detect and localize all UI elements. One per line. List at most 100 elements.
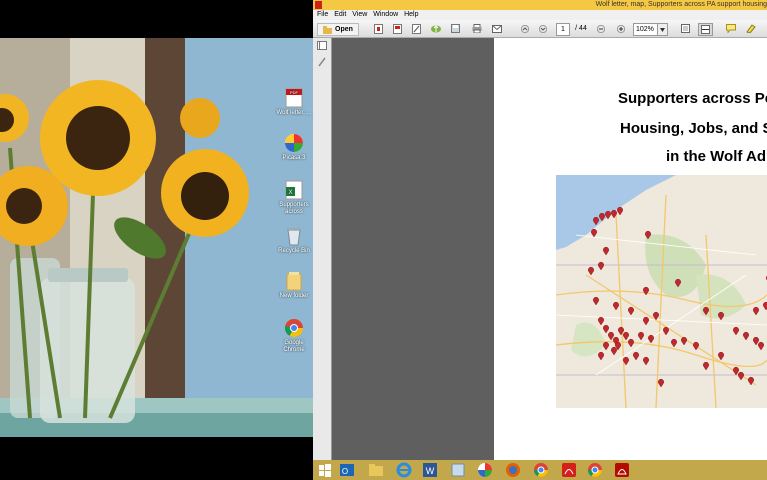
create-pdf-button[interactable] <box>373 23 384 34</box>
map-marker <box>763 301 767 311</box>
map-marker <box>593 216 599 226</box>
open-button[interactable]: Open <box>317 23 359 36</box>
pdf-reader-window: Wolf letter, map, Supporters across PA s… <box>313 0 767 460</box>
map-marker <box>611 209 617 219</box>
file-explorer-icon[interactable] <box>368 462 384 478</box>
map-marker <box>598 316 604 326</box>
map-marker <box>623 356 629 366</box>
next-page-button[interactable] <box>538 23 548 34</box>
desktop-wallpaper: PDF Wolf letter, ... Picasa 3 X Supporte… <box>0 38 313 437</box>
map-marker <box>593 296 599 306</box>
map-marker <box>608 331 614 341</box>
map-marker <box>617 206 623 216</box>
excel-file-icon: X <box>285 180 303 200</box>
menu-file[interactable]: File <box>317 11 328 18</box>
map-marker <box>611 346 617 356</box>
map-marker <box>758 341 764 351</box>
menu-window[interactable]: Window <box>373 11 398 18</box>
svg-text:O: O <box>342 467 348 476</box>
edit-button[interactable] <box>411 23 422 34</box>
desktop-icon-folder[interactable]: New folder <box>274 271 313 300</box>
zoom-out-button[interactable] <box>596 23 606 34</box>
pages-panel-icon[interactable] <box>317 41 327 50</box>
chrome-icon[interactable] <box>587 462 603 478</box>
map-marker <box>643 316 649 326</box>
chrome-icon[interactable] <box>533 462 549 478</box>
map-marker <box>733 326 739 336</box>
combine-button[interactable] <box>392 23 403 34</box>
firefox-icon[interactable] <box>505 462 521 478</box>
desktop-icon-picasa[interactable]: Picasa 3 <box>274 133 313 162</box>
map-marker <box>633 351 639 361</box>
map-marker <box>598 351 604 361</box>
upload-button[interactable] <box>430 23 441 34</box>
zoom-select[interactable]: 102% <box>633 23 659 36</box>
email-button[interactable] <box>491 23 502 34</box>
map-marker <box>648 334 654 344</box>
map-marker <box>605 210 611 220</box>
menu-view[interactable]: View <box>352 11 367 18</box>
acrobat-icon[interactable] <box>561 462 577 478</box>
windows-start-icon[interactable] <box>317 462 333 478</box>
navigation-pane <box>313 38 332 460</box>
comment-icon <box>725 24 736 33</box>
sunflower-wallpaper-image <box>0 38 313 437</box>
fit-page-icon <box>681 24 690 33</box>
desktop-icon-recycle-bin[interactable]: Recycle Bin <box>274 226 313 255</box>
map-marker <box>598 261 604 271</box>
map-marker <box>733 366 739 376</box>
picasa-icon[interactable] <box>477 462 493 478</box>
save-button[interactable] <box>450 23 461 34</box>
desktop-icon-label: New folder <box>279 293 309 299</box>
snipping-icon[interactable] <box>450 462 466 478</box>
previous-page-button[interactable] <box>520 23 530 34</box>
map-marker <box>693 341 699 351</box>
print-button[interactable] <box>471 23 482 34</box>
page-number-value: 1 <box>561 26 565 33</box>
map-marker <box>613 301 619 311</box>
desktop-icon-pdf[interactable]: PDF Wolf letter, ... <box>274 88 313 117</box>
page-count: / 44 <box>571 23 591 34</box>
map-marker <box>675 278 681 288</box>
map-marker <box>643 286 649 296</box>
map-marker <box>588 266 594 276</box>
map-marker <box>599 212 605 222</box>
screen-border-bottom <box>0 437 313 480</box>
highlight-button[interactable] <box>745 23 756 34</box>
zoom-dropdown-button[interactable] <box>657 23 668 36</box>
map-marker <box>645 230 651 240</box>
map-marker <box>663 326 669 336</box>
page-total-label: / 44 <box>575 25 587 32</box>
comment-button[interactable] <box>725 23 736 34</box>
menu-edit[interactable]: Edit <box>334 11 346 18</box>
map-marker <box>603 324 609 334</box>
map-marker <box>753 336 759 346</box>
open-label: Open <box>335 26 353 33</box>
desktop-icon-label: Recycle Bin <box>278 248 310 254</box>
map-marker <box>618 326 624 336</box>
adobe-reader-icon[interactable] <box>614 462 630 478</box>
fit-width-button[interactable] <box>698 23 713 36</box>
pdf-file-icon: PDF <box>285 88 303 108</box>
map-marker <box>623 331 629 341</box>
map-marker <box>718 351 724 361</box>
document-area[interactable]: Supporters across Penn Housing, Jobs, an… <box>332 38 767 460</box>
attachments-icon[interactable] <box>317 57 327 67</box>
desktop-icon-chrome[interactable]: Google Chrome <box>274 318 313 354</box>
map-marker <box>603 341 609 351</box>
fit-page-button[interactable] <box>680 23 691 34</box>
zoom-in-button[interactable] <box>616 23 626 34</box>
map-marker <box>753 306 759 316</box>
menu-help[interactable]: Help <box>404 11 418 18</box>
page-number-input[interactable]: 1 <box>556 23 570 36</box>
desktop-icon-excel[interactable]: X Supporters across <box>274 180 313 216</box>
word-icon[interactable]: W <box>422 462 438 478</box>
internet-explorer-icon[interactable] <box>396 462 412 478</box>
arrow-down-icon <box>539 24 547 33</box>
title-bar[interactable]: Wolf letter, map, Supporters across PA s… <box>313 0 767 10</box>
chrome-icon <box>285 319 303 338</box>
map-marker <box>738 371 744 381</box>
menu-bar: File Edit View Window Help <box>313 10 767 20</box>
recycle-bin-icon <box>287 228 301 246</box>
outlook-icon[interactable]: O <box>339 462 355 478</box>
